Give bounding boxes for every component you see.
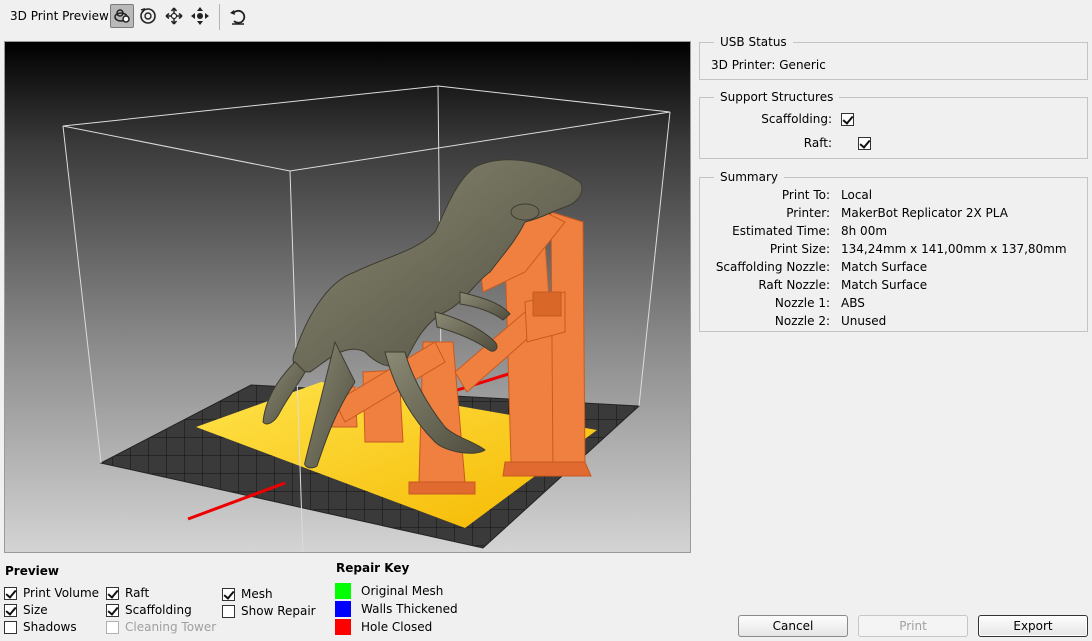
cleaning-tower-option: Cleaning Tower [106, 620, 216, 634]
toolbar-separator [219, 4, 220, 30]
usb-status-text: 3D Printer: Generic [711, 58, 826, 72]
summary-value: 134,24mm x 141,00mm x 137,80mm [841, 242, 1067, 256]
raft-checkbox[interactable] [857, 137, 871, 150]
scaffolding-option[interactable]: Scaffolding [106, 603, 192, 617]
print-volume-checkbox[interactable] [4, 586, 17, 600]
cleaning-tower-label: Cleaning Tower [125, 620, 217, 634]
summary-label: Print To: [781, 188, 830, 202]
support-structures-group: Support Structures Scaffolding: Raft: [699, 90, 1088, 159]
summary-label: Raft Nozzle: [758, 278, 830, 292]
usb-status-group: USB Status 3D Printer: Generic [699, 35, 1088, 80]
raft-checkbox[interactable] [106, 586, 119, 600]
show-repair-label: Show Repair [241, 604, 316, 618]
export-button[interactable]: Export [978, 615, 1088, 637]
3d-viewport[interactable] [4, 41, 691, 553]
usb-status-title: USB Status [714, 35, 793, 49]
window-title: 3D Print Preview [10, 9, 109, 23]
reset-view-button[interactable] [226, 4, 250, 28]
print-button[interactable]: Print [858, 615, 968, 637]
print-volume-option[interactable]: Print Volume [4, 586, 99, 600]
show-repair-option[interactable]: Show Repair [222, 604, 316, 618]
hole-closed-swatch [335, 619, 351, 635]
size-label: Size [23, 603, 48, 617]
original-mesh-label: Original Mesh [361, 584, 444, 598]
summary-label: Print Size: [769, 242, 830, 256]
summary-value: Local [841, 188, 873, 202]
toolbar: 3D Print Preview [0, 0, 1092, 34]
summary-value: Unused [841, 314, 887, 328]
scaffolding-label: Scaffolding: [761, 112, 832, 126]
raft-label: Raft: [803, 136, 832, 150]
shadows-label: Shadows [23, 620, 77, 634]
summary-label: Nozzle 2: [774, 314, 830, 328]
view-tool-button[interactable] [110, 4, 134, 28]
summary-value: 8h 00m [841, 224, 888, 238]
cancel-button[interactable]: Cancel [738, 615, 848, 637]
summary-value: MakerBot Replicator 2X PLA [841, 206, 1008, 220]
preview-title: Preview [5, 564, 60, 578]
rotate-icon [140, 7, 156, 24]
scaffolding-checkbox[interactable] [106, 603, 119, 617]
raft-label: Raft [125, 586, 150, 600]
hole-closed-label: Hole Closed [361, 620, 433, 634]
summary-label: Estimated Time: [732, 224, 830, 238]
cleaning-tower-checkbox [106, 620, 119, 634]
size-option[interactable]: Size [4, 603, 48, 617]
summary-title: Summary [714, 170, 784, 184]
move-icon [191, 7, 209, 25]
pan-icon [165, 7, 183, 25]
mesh-label: Mesh [241, 587, 273, 601]
move-tool-button[interactable] [188, 4, 212, 28]
summary-label: Nozzle 1: [774, 296, 830, 310]
summary-value: Match Surface [841, 278, 928, 292]
walls-thickened-swatch [335, 601, 351, 617]
walls-thickened-label: Walls Thickened [361, 602, 458, 616]
reset-view-icon [230, 9, 246, 25]
summary-value: Match Surface [841, 260, 928, 274]
repair-key-title: Repair Key [336, 561, 410, 575]
pan-tool-button[interactable] [162, 4, 186, 28]
scaffolding-checkbox[interactable] [841, 113, 854, 126]
shadows-checkbox[interactable] [4, 620, 17, 634]
support-structures-title: Support Structures [714, 90, 840, 104]
summary-label: Scaffolding Nozzle: [715, 260, 830, 274]
summary-value: ABS [841, 296, 865, 310]
show-repair-checkbox[interactable] [222, 604, 235, 618]
size-checkbox[interactable] [4, 603, 17, 617]
print-volume-label: Print Volume [23, 586, 100, 600]
shadows-option[interactable]: Shadows [4, 620, 77, 634]
summary-label: Printer: [786, 206, 830, 220]
view-icon [114, 9, 130, 23]
mesh-checkbox[interactable] [222, 587, 235, 601]
rotate-tool-button[interactable] [136, 4, 160, 28]
original-mesh-swatch [335, 583, 351, 599]
mesh-option[interactable]: Mesh [222, 587, 273, 601]
summary-group: Summary Print To: Local Printer: MakerBot R… [699, 170, 1088, 332]
scene [62, 85, 671, 552]
scaffolding-label: Scaffolding [125, 603, 192, 617]
raft-option[interactable]: Raft [106, 586, 149, 600]
